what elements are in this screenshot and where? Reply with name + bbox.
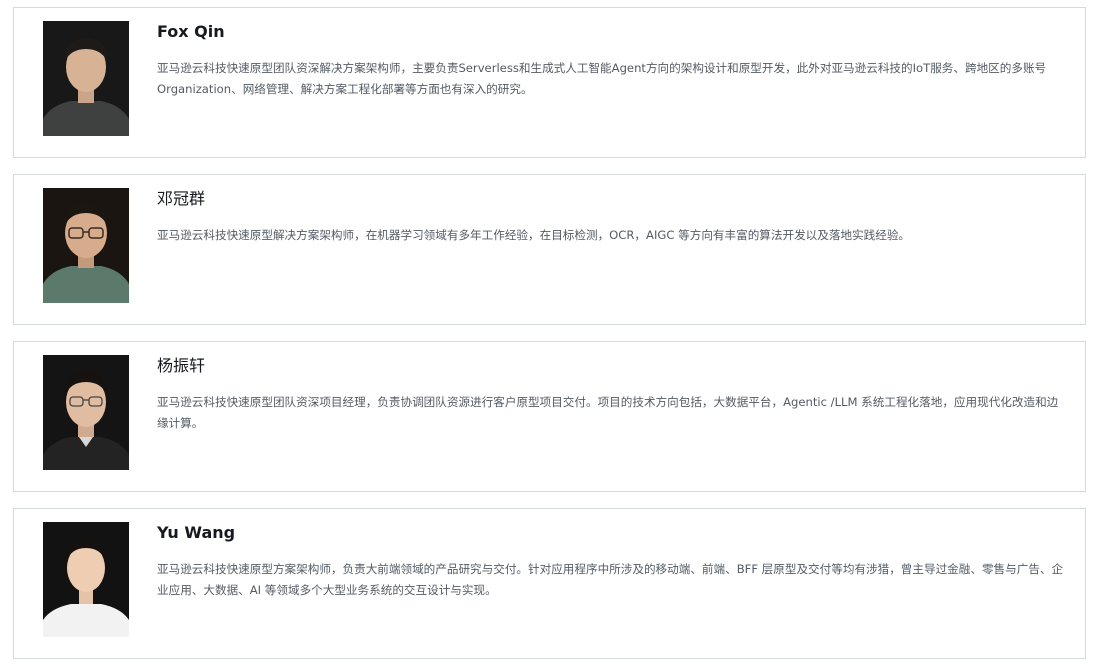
profile-card: Fox Qin 亚马逊云科技快速原型团队资深解决方案架构师，主要负责Server…	[13, 7, 1086, 158]
member-name: 邓冠群	[157, 189, 206, 208]
member-name: Fox Qin	[157, 22, 225, 41]
member-bio: 亚马逊云科技快速原型方案架构师，负责大前端领域的产品研究与交付。针对应用程序中所…	[157, 562, 1064, 597]
member-bio: 亚马逊云科技快速原型团队资深项目经理，负责协调团队资源进行客户原型项目交付。项目…	[157, 395, 1059, 430]
member-name: Yu Wang	[157, 523, 236, 542]
profile-photo	[43, 188, 129, 303]
profile-card: 杨振轩 亚马逊云科技快速原型团队资深项目经理，负责协调团队资源进行客户原型项目交…	[13, 341, 1086, 492]
member-name: 杨振轩	[157, 356, 206, 375]
profile-photo	[43, 355, 129, 470]
profile-card: Yu Wang 亚马逊云科技快速原型方案架构师，负责大前端领域的产品研究与交付。…	[13, 508, 1086, 659]
profile-photo	[43, 522, 129, 637]
member-bio: 亚马逊云科技快速原型团队资深解决方案架构师，主要负责Serverless和生成式…	[157, 61, 1047, 96]
member-bio: 亚马逊云科技快速原型解决方案架构师，在机器学习领域有多年工作经验，在目标检测，O…	[157, 228, 911, 242]
profile-photo	[43, 21, 129, 136]
profile-card: 邓冠群 亚马逊云科技快速原型解决方案架构师，在机器学习领域有多年工作经验，在目标…	[13, 174, 1086, 325]
